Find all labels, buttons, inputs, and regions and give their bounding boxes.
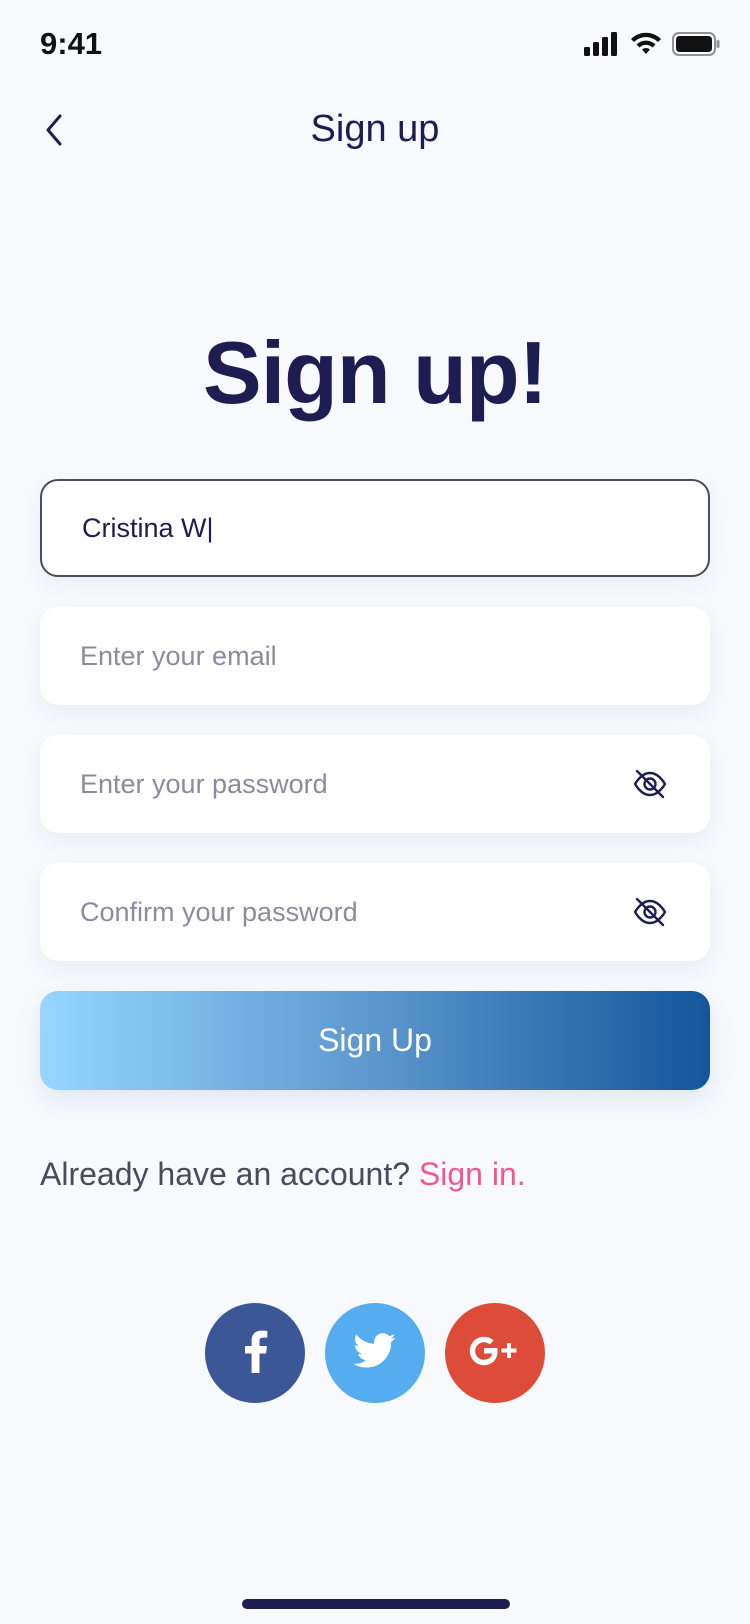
google-plus-button[interactable]: [445, 1303, 545, 1403]
password-field[interactable]: Enter your password: [40, 735, 710, 833]
signin-prompt-text: Already have an account?: [40, 1156, 419, 1192]
wifi-icon: [630, 32, 662, 61]
email-placeholder[interactable]: Enter your email: [80, 641, 670, 672]
status-icons: [584, 32, 720, 61]
sign-in-link[interactable]: Sign in.: [419, 1156, 526, 1192]
status-bar: 9:41: [0, 0, 750, 90]
twitter-button[interactable]: [325, 1303, 425, 1403]
password-placeholder[interactable]: Enter your password: [80, 769, 630, 800]
nav-title: Sign up: [310, 108, 440, 150]
sign-up-button[interactable]: Sign Up: [40, 991, 710, 1090]
social-login-row: [0, 1303, 750, 1403]
facebook-icon: [240, 1329, 270, 1378]
page-heading: Sign up!: [203, 323, 548, 422]
navigation-bar: Sign up: [0, 96, 750, 176]
email-field[interactable]: Enter your email: [40, 607, 710, 705]
facebook-button[interactable]: [205, 1303, 305, 1403]
signup-screen: 9:41 Sign up Sign up! Cristina W| Enter …: [0, 0, 750, 1624]
status-time: 9:41: [40, 26, 103, 61]
name-field[interactable]: Cristina W|: [40, 479, 710, 577]
cellular-signal-icon: [584, 32, 620, 61]
eye-off-icon[interactable]: [630, 764, 670, 804]
sign-up-button-label: Sign Up: [318, 1022, 432, 1058]
twitter-icon: [353, 1332, 397, 1374]
name-input-value[interactable]: Cristina W|: [82, 513, 214, 544]
signin-prompt: Already have an account? Sign in.: [40, 1156, 526, 1193]
battery-icon: [672, 32, 720, 61]
eye-off-icon[interactable]: [630, 892, 670, 932]
confirm-password-field[interactable]: Confirm your password: [40, 863, 710, 961]
confirm-password-placeholder[interactable]: Confirm your password: [80, 897, 630, 928]
home-indicator[interactable]: [242, 1599, 510, 1609]
google-plus-icon: [469, 1335, 521, 1372]
